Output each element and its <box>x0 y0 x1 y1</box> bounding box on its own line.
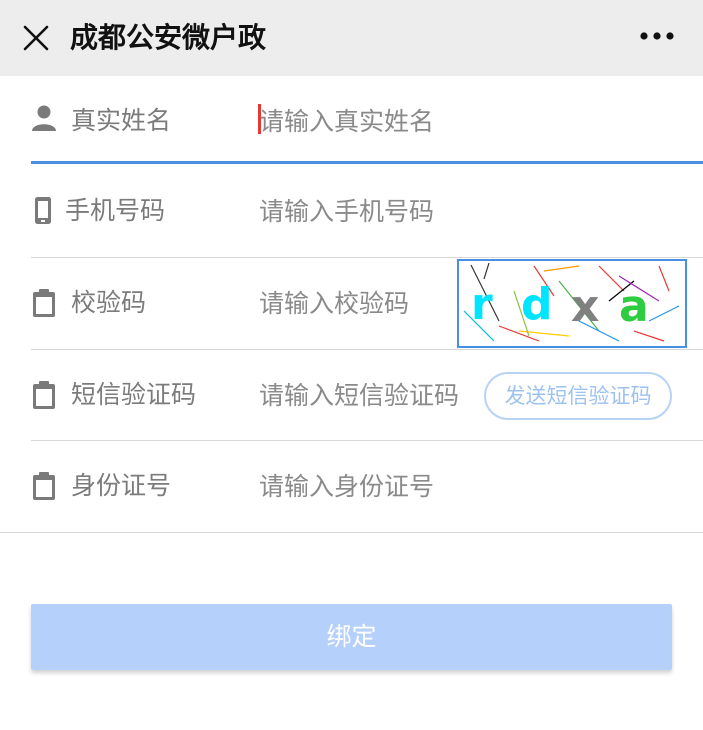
sms-input[interactable] <box>259 372 479 418</box>
svg-text:a: a <box>619 281 649 332</box>
navbar: 成都公安微户政 <box>0 0 703 76</box>
form-bottom-divider <box>0 532 703 533</box>
idcard-label: 身份证号 <box>71 471 172 500</box>
svg-text:d: d <box>521 279 553 330</box>
idcard-row: 身份证号 <box>31 441 703 531</box>
idcard-input[interactable] <box>259 463 459 509</box>
send-sms-button[interactable]: 发送短信验证码 <box>484 372 672 420</box>
text-cursor <box>258 104 261 134</box>
page-title: 成都公安微户政 <box>70 21 267 54</box>
svg-text:r: r <box>471 279 493 330</box>
clipboard-icon <box>33 289 55 317</box>
sms-label: 短信验证码 <box>71 380 197 409</box>
name-label: 真实姓名 <box>71 106 172 135</box>
more-icon[interactable] <box>639 30 675 42</box>
mobile-icon <box>35 197 51 224</box>
clipboard-icon <box>33 381 55 409</box>
name-row: 真实姓名 <box>31 76 703 166</box>
captcha-image[interactable]: r d x a <box>457 259 687 348</box>
user-icon <box>32 105 56 131</box>
bind-button[interactable]: 绑定 <box>31 604 672 670</box>
phone-row: 手机号码 <box>31 166 703 256</box>
clipboard-icon <box>33 472 55 500</box>
phone-label: 手机号码 <box>65 196 166 225</box>
captcha-label: 校验码 <box>71 288 147 317</box>
name-divider-active <box>31 161 703 164</box>
close-icon[interactable] <box>22 24 50 52</box>
phone-input[interactable] <box>259 188 459 234</box>
captcha-input[interactable] <box>259 280 449 326</box>
name-input[interactable] <box>259 98 459 144</box>
svg-text:x: x <box>571 281 599 332</box>
